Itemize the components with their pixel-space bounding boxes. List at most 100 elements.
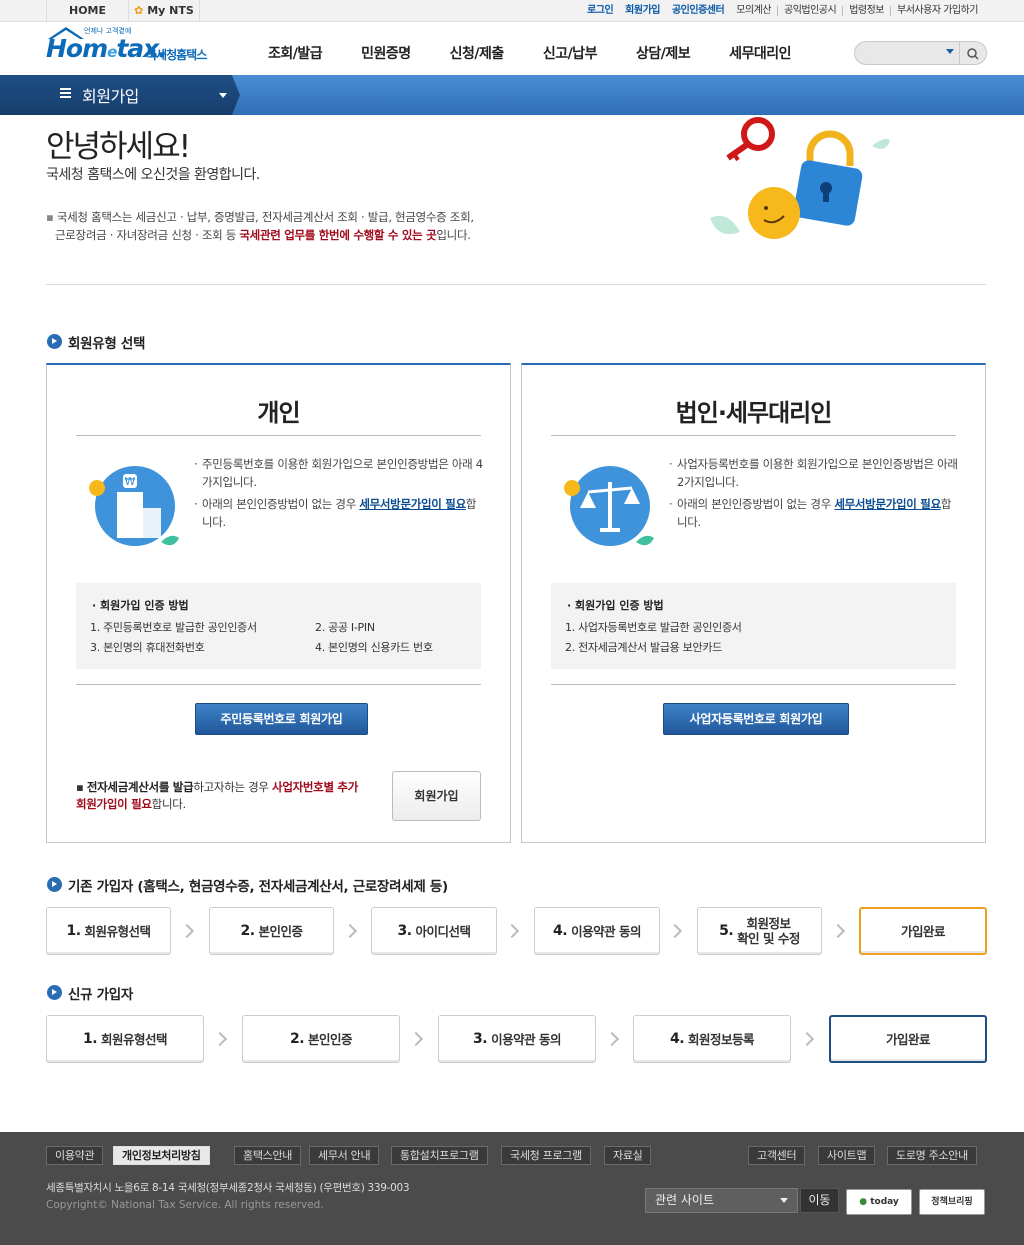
- footer-guide-link[interactable]: 홈택스안내: [234, 1146, 302, 1165]
- footer-terms-link[interactable]: 이용약관: [46, 1146, 104, 1165]
- chevron-down-icon[interactable]: [219, 93, 227, 98]
- new-step-complete: 가입완료: [829, 1015, 987, 1063]
- footer-sitemap-link[interactable]: 사이트맵: [818, 1146, 876, 1165]
- member-type-title: 회원유형 선택: [68, 336, 146, 352]
- auth-methods-box: · 회원가입 인증 방법 1. 주민등록번호로 발급한 공인인증서 2. 공공 …: [76, 583, 481, 669]
- cert-center-link[interactable]: 공인인증센터: [666, 0, 730, 22]
- search-icon: [967, 48, 979, 60]
- divider: [551, 435, 956, 436]
- welcome-text: 국세청 홈택스에 오신것을 환영합니다.: [46, 167, 260, 183]
- corporate-title: 법인·세무대리인: [675, 399, 833, 427]
- existing-step-3: 3. 아이디선택: [371, 907, 497, 955]
- nav-inquiry[interactable]: 조회/발급: [268, 43, 323, 63]
- auth-method-item: 2. 공공 I-PIN: [315, 621, 375, 634]
- chevron-down-icon: [780, 1198, 788, 1203]
- menu-icon: [60, 88, 71, 98]
- lock-key-illustration: [710, 117, 890, 239]
- personal-member-box: 개인 ₩ 주민등록번호를 이용한 회원가입으로 본인인증방법은 아래 4가지입니…: [46, 363, 511, 843]
- auth-method-item: 2. 전자세금계산서 발급용 보안카드: [565, 641, 722, 654]
- chevron-right-icon: [799, 1031, 815, 1047]
- auth-method-item: 1. 주민등록번호로 발급한 공인인증서: [90, 621, 257, 634]
- chevron-right-icon: [408, 1031, 424, 1047]
- footer-install-link[interactable]: 통합설치프로그램: [391, 1146, 488, 1165]
- search-button[interactable]: [959, 41, 987, 65]
- page-menu-title: 회원가입: [82, 87, 139, 106]
- search-dropdown-icon[interactable]: [946, 49, 954, 54]
- go-button[interactable]: 이동: [800, 1188, 839, 1213]
- new-step-3: 3. 이용약관 동의: [438, 1015, 596, 1063]
- bullet-icon: [47, 334, 62, 349]
- star-icon: ✿: [134, 4, 144, 17]
- auth-methods-box: · 회원가입 인증 방법 1. 사업자등록번호로 발급한 공인인증서 2. 전자…: [551, 583, 956, 669]
- existing-step-1: 1. 회원유형선택: [46, 907, 171, 955]
- dept-user-link[interactable]: 부서사용자 가입하기: [891, 0, 984, 22]
- intro-text: ▪ 국세청 홈택스는 세금신고 · 납부, 증명발급, 전자세금계산서 조회 ·…: [46, 210, 474, 242]
- related-sites-select[interactable]: 관련 사이트: [645, 1188, 798, 1213]
- corporate-member-box: 법인·세무대리인 사업자등록번호를 이용한 회원가입으로 본인인증방법은 아래 …: [521, 363, 986, 843]
- footer-customer-link[interactable]: 고객센터: [748, 1146, 806, 1165]
- chevron-right-icon: [342, 923, 358, 939]
- greeting-title: 안녕하세요!: [46, 129, 191, 165]
- new-step-2: 2. 본인인증: [242, 1015, 400, 1063]
- new-step-1: 1. 회원유형선택: [46, 1015, 204, 1063]
- login-link[interactable]: 로그인: [581, 0, 619, 22]
- visit-office-link[interactable]: 세무서방문가입이 필요: [359, 497, 466, 511]
- public-corp-link[interactable]: 공익법인공시: [778, 0, 842, 22]
- footer-program-link[interactable]: 국세청 프로그램: [501, 1146, 591, 1165]
- nav-certificate[interactable]: 민원증명: [361, 43, 411, 63]
- scales-icon: [564, 466, 654, 546]
- mock-calc-link[interactable]: 모의계산: [730, 0, 777, 22]
- divider: [76, 435, 481, 436]
- law-info-link[interactable]: 법령정보: [843, 0, 890, 22]
- footer-archive-link[interactable]: 자료실: [604, 1146, 652, 1165]
- personal-title: 개인: [257, 399, 300, 427]
- footer-copyright: Copyright© National Tax Service. All rig…: [46, 1199, 324, 1211]
- auth-method-item: 3. 본인명의 휴대전화번호: [90, 641, 205, 654]
- mynts-link[interactable]: ✿ My NTS: [128, 0, 200, 22]
- business-signup-button[interactable]: 회원가입: [392, 771, 481, 821]
- existing-step-complete: 가입완료: [859, 907, 987, 955]
- chevron-right-icon: [604, 1031, 620, 1047]
- bullet-icon: [47, 877, 62, 892]
- logo-subtitle: 국세청홈택스: [146, 48, 207, 62]
- new-member-title: 신규 가입자: [68, 987, 133, 1003]
- existing-member-title: 기존 가입자 (홈택스, 현금영수증, 전자세금계산서, 근로장려세제 등): [68, 879, 448, 895]
- divider: [551, 684, 956, 685]
- mynts-label: My NTS: [147, 4, 194, 17]
- existing-step-4: 4. 이용약관 동의: [534, 907, 660, 955]
- bullet-icon: [47, 985, 62, 1000]
- auth-methods-title: · 회원가입 인증 방법: [92, 599, 189, 612]
- nav-application[interactable]: 신청/제출: [450, 43, 505, 63]
- footer-office-link[interactable]: 세무서 안내: [309, 1146, 380, 1165]
- visit-office-link[interactable]: 세무서방문가입이 필요: [834, 497, 941, 511]
- footer-address: 세종특별자치시 노을6로 8-14 국세청(정부세종2청사 국세청동) (우편번…: [46, 1182, 410, 1194]
- building-icon: ₩: [89, 466, 179, 546]
- nav-filing[interactable]: 신고/납부: [543, 43, 598, 63]
- chevron-right-icon: [667, 923, 683, 939]
- policy-briefing-banner[interactable]: 정책브리핑: [919, 1189, 985, 1215]
- divider: [46, 284, 986, 285]
- corporate-signup-button[interactable]: 사업자등록번호로 회원가입: [663, 703, 849, 735]
- personal-signup-button[interactable]: 주민등록번호로 회원가입: [195, 703, 368, 735]
- auth-method-item: 4. 본인명의 신용카드 번호: [315, 641, 433, 654]
- search-input[interactable]: [854, 41, 960, 65]
- personal-description: 주민등록번호를 이용한 회원가입으로 본인인증방법은 아래 4가지입니다. 아래…: [194, 455, 484, 535]
- chevron-right-icon: [212, 1031, 228, 1047]
- chevron-right-icon: [830, 923, 846, 939]
- hometax-logo[interactable]: 언제나 고객곁에 Hometax. 국세청홈택스: [46, 26, 226, 70]
- nav-consult[interactable]: 상담/제보: [636, 43, 691, 63]
- nav-agent[interactable]: 세무대리인: [729, 43, 791, 63]
- signup-link[interactable]: 회원가입: [619, 0, 666, 22]
- top-links: 로그인 회원가입 공인인증센터 모의계산 공익법인공시 법령정보 부서사용자 가…: [581, 0, 984, 22]
- chevron-right-icon: [179, 923, 195, 939]
- gov-today-banner[interactable]: ● today: [846, 1189, 912, 1215]
- auth-methods-title: · 회원가입 인증 방법: [567, 599, 664, 612]
- new-step-4: 4. 회원정보등록: [633, 1015, 791, 1063]
- home-link[interactable]: HOME: [46, 0, 128, 22]
- svg-text:₩: ₩: [125, 475, 136, 488]
- footer-address-link[interactable]: 도로명 주소안내: [887, 1146, 977, 1165]
- tax-invoice-note: ▪ 전자세금계산서를 발급하고자하는 경우 사업자번호별 추가 회원가입이 필요…: [76, 780, 358, 811]
- footer-privacy-link[interactable]: 개인정보처리방침: [113, 1146, 210, 1165]
- main-nav: 조회/발급 민원증명 신청/제출 신고/납부 상담/제보 세무대리인: [268, 43, 830, 63]
- corporate-description: 사업자등록번호를 이용한 회원가입으로 본인인증방법은 아래 2가지입니다. 아…: [669, 455, 959, 535]
